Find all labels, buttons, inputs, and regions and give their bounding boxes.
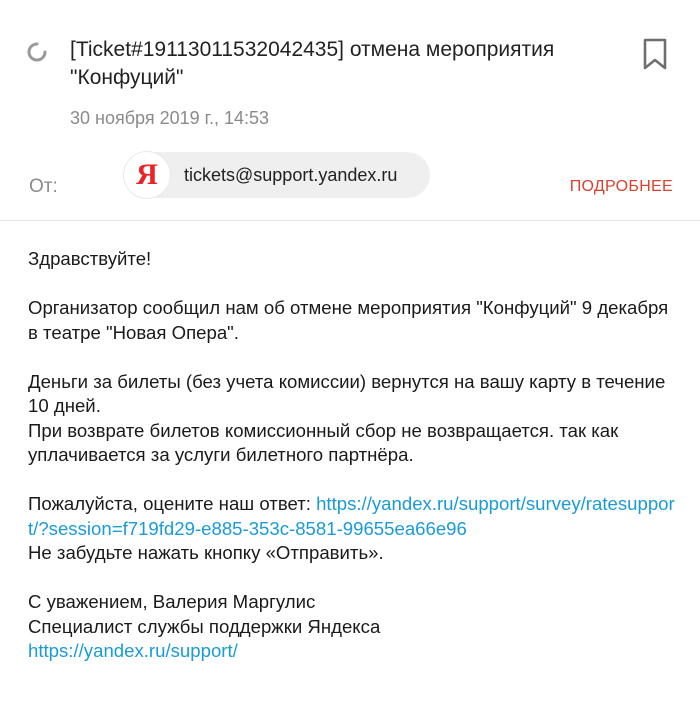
header-divider bbox=[0, 220, 700, 221]
email-subject: [Ticket#19113011532042435] отмена меропр… bbox=[70, 38, 555, 89]
greeting: Здравствуйте! bbox=[28, 248, 152, 269]
rating-paragraph: Пожалуйста, оцените наш ответ: https://y… bbox=[28, 492, 678, 566]
cancellation-paragraph: Организатор сообщил нам об отмене меропр… bbox=[28, 297, 669, 343]
support-link[interactable]: https://yandex.ru/support/ bbox=[28, 639, 678, 664]
logo-letter: Я bbox=[136, 158, 158, 191]
loading-spinner-icon bbox=[27, 42, 47, 62]
refund-paragraph: Деньги за билеты (без учета комиссии) ве… bbox=[28, 370, 678, 468]
refund-line: Деньги за билеты (без учета комиссии) ве… bbox=[28, 370, 666, 417]
reminder-text: Не забудьте нажать кнопку «Отправить». bbox=[28, 542, 384, 563]
sender-row: От: Я tickets@support.yandex.ru ПОДРОБНЕ… bbox=[0, 152, 700, 220]
commission-line: При возврате билетов комиссионный сбор н… bbox=[28, 419, 619, 466]
sender-chip[interactable]: Я tickets@support.yandex.ru bbox=[124, 152, 430, 198]
sender-email: tickets@support.yandex.ru bbox=[184, 164, 398, 185]
rate-text: Пожалуйста, оцените наш ответ: bbox=[28, 493, 317, 514]
yandex-logo-icon: Я bbox=[124, 152, 170, 198]
signature: С уважением, Валерия Маргулис Специалист… bbox=[28, 590, 678, 664]
from-label: От: bbox=[29, 176, 58, 197]
details-button[interactable]: ПОДРОБНЕЕ bbox=[570, 178, 673, 196]
email-date: 30 ноября 2019 г., 14:53 bbox=[70, 108, 270, 128]
bookmark-icon[interactable] bbox=[642, 37, 668, 71]
email-body: Здравствуйте! Организатор сообщил нам об… bbox=[28, 247, 678, 688]
email-header: [Ticket#19113011532042435] отмена меропр… bbox=[0, 0, 700, 152]
role-text: Специалист службы поддержки Яндекса bbox=[28, 615, 381, 637]
signoff-text: С уважением, Валерия Маргулис bbox=[28, 591, 316, 612]
